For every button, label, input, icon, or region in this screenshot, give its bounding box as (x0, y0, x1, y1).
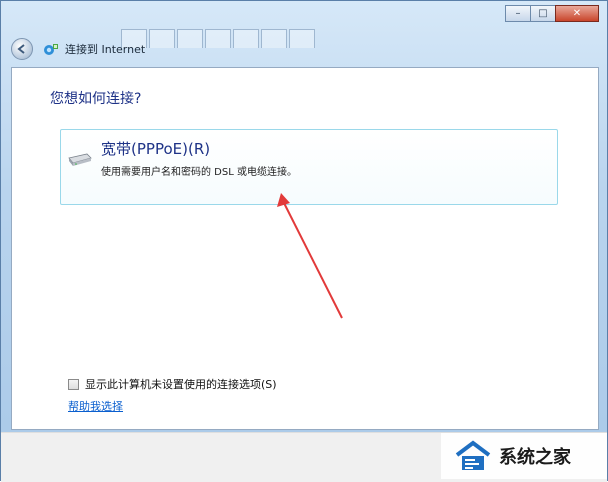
modem-icon (68, 153, 92, 166)
network-icon (44, 44, 58, 55)
page-heading: 您想如何连接? (50, 91, 142, 107)
background-tabs (121, 29, 317, 49)
maximize-button[interactable]: □ (530, 5, 556, 22)
content-panel: 您想如何连接? 宽带(PPPoE)(R) 使用需要用户名和密码的 DSL 或电缆… (11, 67, 599, 430)
window-title: 连接到 Internet (65, 43, 146, 56)
show-options-label[interactable]: 显示此计算机未设置使用的连接选项(S) (85, 376, 277, 392)
show-options-checkbox[interactable] (68, 378, 79, 390)
help-me-choose-link[interactable]: 帮助我选择 (68, 398, 123, 414)
house-logo-icon (455, 440, 491, 470)
minimize-icon: – (515, 8, 521, 19)
watermark-text: 系统之家 (499, 447, 571, 468)
back-button[interactable] (11, 38, 33, 60)
option-description: 使用需要用户名和密码的 DSL 或电缆连接。 (101, 167, 297, 178)
background-tab (149, 29, 175, 48)
close-icon: ✕ (572, 8, 582, 19)
broadband-pppoe-option[interactable]: 宽带(PPPoE)(R) 使用需要用户名和密码的 DSL 或电缆连接。 (60, 129, 558, 205)
back-arrow-icon (17, 44, 25, 54)
background-tab (233, 29, 259, 48)
background-tab (205, 29, 231, 48)
show-options-row: 显示此计算机未设置使用的连接选项(S) (68, 376, 277, 392)
watermark: 系统之家 (441, 433, 607, 479)
close-button[interactable]: ✕ (555, 5, 599, 22)
caption-buttons: – □ ✕ (505, 5, 599, 22)
background-tab (261, 29, 287, 48)
nav-bar: 连接到 Internet (11, 37, 145, 61)
dialog-window: – □ ✕ 连接到 Internet 您想如何连接? 宽带(PPPoE)(R) … (0, 0, 608, 482)
option-title: 宽带(PPPoE)(R) (101, 140, 211, 158)
maximize-icon: □ (538, 8, 548, 19)
minimize-button[interactable]: – (505, 5, 531, 22)
background-tab (177, 29, 203, 48)
background-tab (289, 29, 315, 48)
